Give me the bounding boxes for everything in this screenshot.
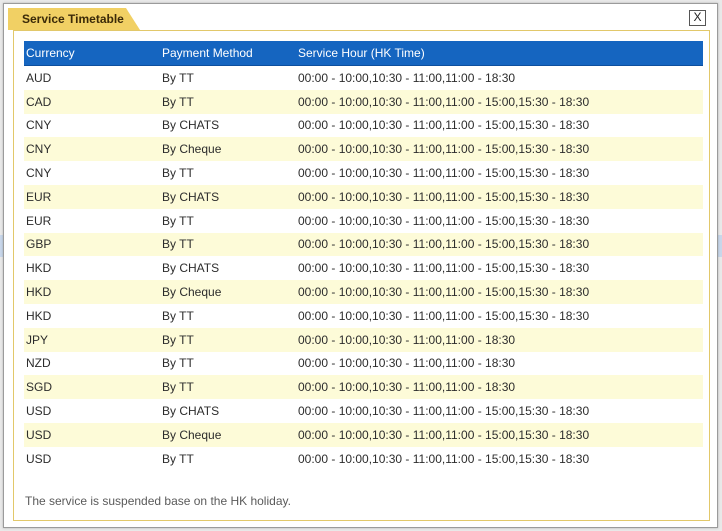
cell-service-hour: 00:00 - 10:00,10:30 - 11:00,11:00 - 18:3… [296,375,703,400]
cell-payment-method: By TT [160,327,296,352]
cell-payment-method: By CHATS [162,118,220,133]
cell-currency: CNY [24,137,160,162]
cell-payment-method: By CHATS [160,184,296,209]
cell-currency: CAD [24,89,160,114]
table-row: HKD By Cheque 00:00 - 10:00,10:30 - 11:00,… [24,280,703,304]
cell-service-hour: 00:00 - 10:00,10:30 - 11:00,11:00 - 18:3… [298,70,516,85]
cell-service-hour: 00:00 - 10:00,10:30 - 11:00,11:00 - 15:0… [296,280,703,304]
dialog-title: Service Timetable [8,8,140,30]
cell-payment-method: By TT [162,213,194,228]
table-row: AUD By TT 00:00 - 10:00,10:30 - 11:00,11:0… [24,66,703,90]
cell-payment-method: By TT [160,232,296,257]
cell-payment-method: By TT [160,375,296,400]
cell-service-hour: 00:00 - 10:00,10:30 - 11:00,11:00 - 15:0… [296,422,703,447]
cell-payment-method: By TT [162,166,194,181]
cell-currency: NZD [26,356,51,371]
table-header-row: Currency Payment Method Service Hour (HK… [24,41,703,66]
dialog-content: Currency Payment Method Service Hour (HK… [13,30,710,521]
table-row: CNY By CHATS 00:00 - 10:00,10:30 - 11:00,1… [24,114,703,138]
cell-payment-method: By Cheque [160,422,296,447]
cell-currency: JPY [24,327,160,352]
table-row: USD By CHATS 00:00 - 10:00,10:30 - 11:00,1… [24,399,703,423]
table-row: HKD By TT 00:00 - 10:00,10:30 - 11:00,11:0… [24,304,703,328]
cell-currency: AUD [26,70,52,85]
cell-payment-method: By CHATS [162,261,220,276]
cell-currency: USD [26,451,52,466]
cell-currency: HKD [26,261,52,276]
table-row: EUR By CHATS 00:00 - 10:00,10:30 - 11:00,1… [24,184,703,209]
cell-payment-method: By TT [162,356,194,371]
cell-currency: HKD [26,308,52,323]
table-row: SGD By TT 00:00 - 10:00,10:30 - 11:00,11:0… [24,375,703,400]
cell-service-hour: 00:00 - 10:00,10:30 - 11:00,11:00 - 15:0… [298,166,590,181]
table-row: USD By TT 00:00 - 10:00,10:30 - 11:00,11:0… [24,447,703,471]
timetable-table: Currency Payment Method Service Hour (HK… [24,41,703,471]
cell-currency: EUR [26,213,52,228]
cell-payment-method: By Cheque [160,280,296,304]
cell-currency: CNY [26,118,52,133]
header-currency: Currency [24,41,160,66]
cell-currency: HKD [24,280,160,304]
cell-payment-method: By TT [162,70,194,85]
cell-currency: GBP [24,232,160,257]
cell-service-hour: 00:00 - 10:00,10:30 - 11:00,11:00 - 15:0… [296,137,703,162]
table-body: AUD By TT 00:00 - 10:00,10:30 - 11:00,11:0… [24,66,703,471]
table-row: JPY By TT 00:00 - 10:00,10:30 - 11:00,11:0… [24,327,703,352]
cell-payment-method: By TT [162,308,194,323]
cell-service-hour: 00:00 - 10:00,10:30 - 11:00,11:00 - 15:0… [296,89,703,114]
table-row: CNY By TT 00:00 - 10:00,10:30 - 11:00,11:0… [24,161,703,185]
header-payment-method: Payment Method [160,41,296,66]
cell-service-hour: 00:00 - 10:00,10:30 - 11:00,11:00 - 15:0… [298,118,590,133]
holiday-footnote: The service is suspended base on the HK … [25,494,291,508]
cell-currency: EUR [24,184,160,209]
cell-service-hour: 00:00 - 10:00,10:30 - 11:00,11:00 - 15:0… [296,184,703,209]
service-timetable-dialog: Service Timetable X Currency Payment Met… [3,3,718,528]
header-service-hour: Service Hour (HK Time) [296,41,703,66]
cell-service-hour: 00:00 - 10:00,10:30 - 11:00,11:00 - 15:0… [298,308,590,323]
cell-service-hour: 00:00 - 10:00,10:30 - 11:00,11:00 - 18:3… [296,327,703,352]
cell-service-hour: 00:00 - 10:00,10:30 - 11:00,11:00 - 15:0… [296,232,703,257]
close-button[interactable]: X [689,10,706,26]
cell-payment-method: By TT [162,451,194,466]
table-row: HKD By CHATS 00:00 - 10:00,10:30 - 11:00,1… [24,256,703,280]
cell-service-hour: 00:00 - 10:00,10:30 - 11:00,11:00 - 15:0… [298,451,590,466]
table-row: CAD By TT 00:00 - 10:00,10:30 - 11:00,11:0… [24,89,703,114]
table-row: USD By Cheque 00:00 - 10:00,10:30 - 11:00,… [24,422,703,447]
cell-service-hour: 00:00 - 10:00,10:30 - 11:00,11:00 - 15:0… [298,261,590,276]
table-row: EUR By TT 00:00 - 10:00,10:30 - 11:00,11:0… [24,209,703,233]
table-row: CNY By Cheque 00:00 - 10:00,10:30 - 11:00,… [24,137,703,162]
table-row: NZD By TT 00:00 - 10:00,10:30 - 11:00,11:0… [24,352,703,376]
cell-payment-method: By Cheque [160,137,296,162]
cell-currency: CNY [26,166,52,181]
cell-payment-method: By TT [160,89,296,114]
cell-currency: SGD [24,375,160,400]
cell-payment-method: By CHATS [162,404,220,419]
table-row: GBP By TT 00:00 - 10:00,10:30 - 11:00,11:0… [24,232,703,257]
cell-service-hour: 00:00 - 10:00,10:30 - 11:00,11:00 - 15:0… [298,213,590,228]
cell-currency: USD [26,404,52,419]
cell-service-hour: 00:00 - 10:00,10:30 - 11:00,11:00 - 15:0… [298,404,590,419]
cell-currency: USD [24,422,160,447]
cell-service-hour: 00:00 - 10:00,10:30 - 11:00,11:00 - 18:3… [298,356,516,371]
